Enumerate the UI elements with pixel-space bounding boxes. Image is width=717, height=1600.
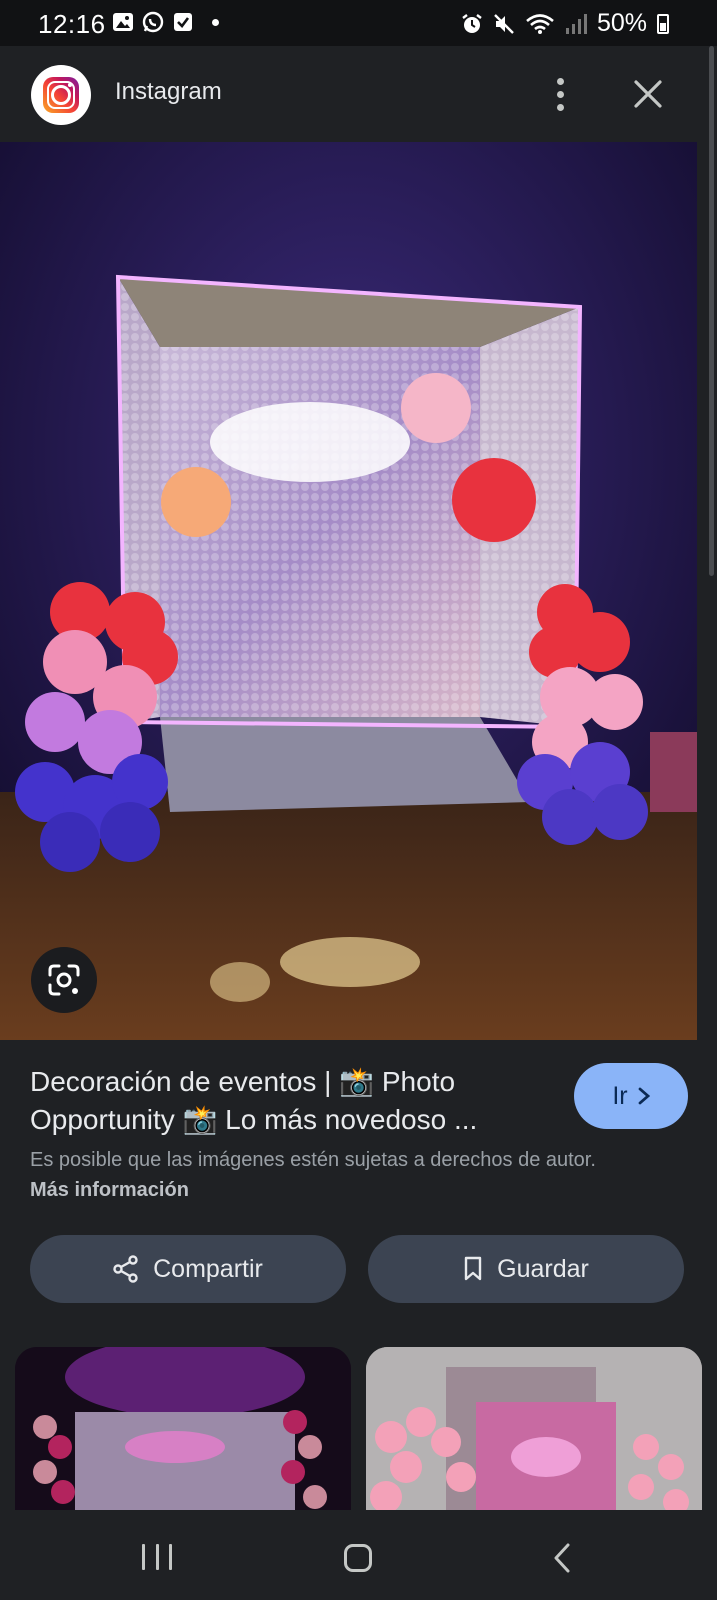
instagram-icon[interactable] xyxy=(31,65,91,125)
related-image[interactable] xyxy=(15,1347,351,1511)
source-header: Instagram xyxy=(0,46,717,142)
more-vert-icon[interactable] xyxy=(540,72,580,116)
close-icon[interactable] xyxy=(626,72,670,116)
bookmark-icon xyxy=(464,1256,482,1281)
checkbox-icon xyxy=(172,11,194,33)
recent-apps-icon[interactable] xyxy=(142,1544,172,1570)
share-button[interactable]: Compartir xyxy=(30,1235,346,1303)
save-button[interactable]: Guardar xyxy=(368,1235,684,1303)
visit-button[interactable]: Ir xyxy=(574,1063,688,1129)
result-image[interactable] xyxy=(0,142,697,1040)
share-label: Compartir xyxy=(153,1254,263,1283)
google-lens-icon[interactable] xyxy=(31,947,97,1013)
share-icon xyxy=(113,1255,138,1283)
source-name[interactable]: Instagram xyxy=(115,78,222,106)
whatsapp-icon xyxy=(142,11,164,33)
copyright-notice: Es posible que las imágenes estén sujeta… xyxy=(30,1149,596,1201)
alarm-icon xyxy=(462,13,482,33)
dot-icon xyxy=(212,18,219,26)
signal-icon xyxy=(565,13,587,34)
result-title[interactable]: Decoración de eventos | 📸 Photo Opportun… xyxy=(30,1063,550,1139)
notification-icons xyxy=(112,11,219,33)
save-label: Guardar xyxy=(497,1254,589,1283)
home-icon[interactable] xyxy=(344,1544,372,1572)
back-icon[interactable] xyxy=(548,1542,578,1574)
chevron-right-icon xyxy=(638,1087,650,1105)
status-time: 12:16 xyxy=(38,9,106,39)
gallery-icon xyxy=(112,11,134,33)
wifi-icon xyxy=(526,13,554,34)
navigation-bar xyxy=(0,1510,717,1600)
status-bar: 12:16 50% xyxy=(0,0,717,46)
battery-percent: 50% xyxy=(596,9,647,37)
system-icons: 50% xyxy=(461,9,669,38)
more-info-link[interactable]: Más información xyxy=(30,1179,189,1201)
visit-label: Ir xyxy=(612,1081,628,1110)
related-image[interactable] xyxy=(366,1347,702,1511)
battery-icon xyxy=(657,13,669,34)
scrollbar[interactable] xyxy=(709,46,714,576)
mute-icon xyxy=(494,13,514,34)
